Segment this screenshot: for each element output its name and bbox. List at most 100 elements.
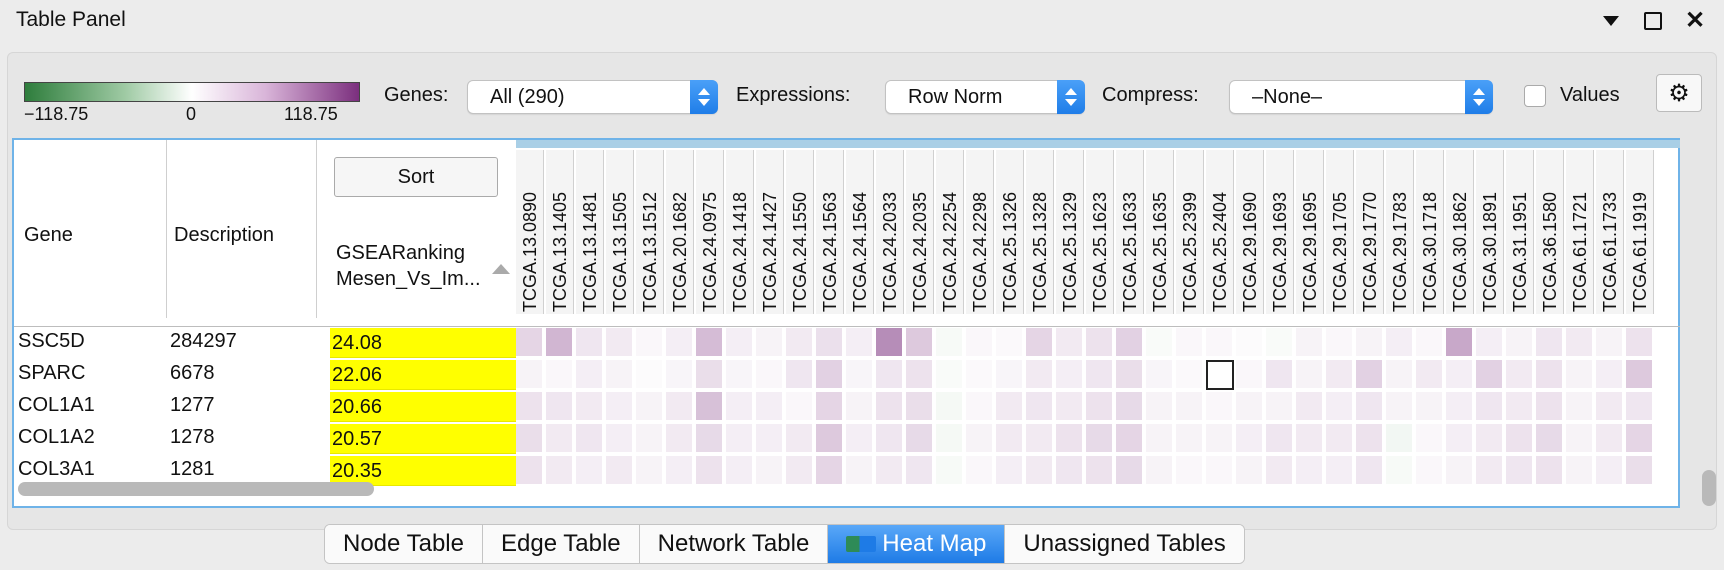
heatmap-cell[interactable] [1056,392,1084,422]
heatmap-cell[interactable] [1056,424,1084,454]
heatmap-cell[interactable] [816,424,844,454]
tab-edge-table[interactable]: Edge Table [482,525,640,563]
heatmap-cell[interactable] [996,392,1024,422]
heatmap-cell[interactable] [1566,392,1594,422]
description-cell[interactable]: 1281 [170,458,215,481]
heatmap-cell[interactable] [1446,392,1474,422]
heatmap-cell[interactable] [1086,456,1114,486]
heatmap-cell[interactable] [1566,424,1594,454]
heatmap-cell[interactable] [996,328,1024,358]
gene-cell[interactable]: COL1A1 [18,394,95,417]
heatmap-cell[interactable] [1236,392,1264,422]
heatmap-cell[interactable] [726,328,754,358]
heatmap-cell[interactable] [1506,424,1534,454]
heatmap-cell[interactable] [666,392,694,422]
heatmap-cell[interactable] [1266,456,1294,486]
sample-column-header[interactable]: TCGA.13.1505 [606,150,634,314]
heatmap-cell[interactable] [1596,328,1624,358]
heatmap-cell[interactable] [756,328,784,358]
heatmap-cell[interactable] [1086,328,1114,358]
heatmap-cell[interactable] [966,328,994,358]
heatmap-cell[interactable] [1446,456,1474,486]
heatmap-cell[interactable] [696,360,724,390]
heatmap-cell[interactable] [636,456,664,486]
heatmap-cell[interactable] [726,392,754,422]
heatmap-cell[interactable] [1536,456,1564,486]
heatmap-cell[interactable] [1476,456,1504,486]
heatmap-cell[interactable] [666,424,694,454]
heatmap-cell[interactable] [1026,424,1054,454]
heatmap-cell[interactable] [1326,360,1354,390]
sample-column-header[interactable]: TCGA.25.1329 [1056,150,1084,314]
heatmap-cell[interactable] [1116,456,1144,486]
heatmap-cell[interactable] [1506,328,1534,358]
heatmap-cell[interactable] [846,424,874,454]
gene-cell[interactable]: COL3A1 [18,458,95,481]
heatmap-cell[interactable] [996,360,1024,390]
heatmap-cell[interactable] [1116,360,1144,390]
sample-column-header[interactable]: TCGA.25.2404 [1206,150,1234,314]
heatmap-cell[interactable] [1056,456,1084,486]
heatmap-cell[interactable] [906,360,934,390]
heatmap-cell[interactable] [906,392,934,422]
heatmap-cell[interactable] [1506,360,1534,390]
heatmap-cell[interactable] [756,392,784,422]
heatmap-cell[interactable] [1416,328,1444,358]
heatmap-cell[interactable] [576,456,604,486]
tab-node-table[interactable]: Node Table [325,525,483,563]
heatmap-cell[interactable] [786,360,814,390]
description-cell[interactable]: 6678 [170,362,215,385]
heatmap-cell[interactable] [1176,392,1204,422]
heatmap-cell[interactable] [516,392,544,422]
heatmap-cell[interactable] [876,456,904,486]
heatmap-cell[interactable] [1476,392,1504,422]
heatmap-cell[interactable] [666,328,694,358]
heatmap-cell[interactable] [576,360,604,390]
heatmap-cell[interactable] [1056,328,1084,358]
heatmap-cell[interactable] [936,392,964,422]
sample-column-header[interactable]: TCGA.24.2033 [876,150,904,314]
sample-column-header[interactable]: TCGA.24.1564 [846,150,874,314]
heatmap-cell[interactable] [636,392,664,422]
heatmap-cell[interactable] [1416,360,1444,390]
heatmap-cell[interactable] [1356,360,1384,390]
heatmap-cell[interactable] [576,328,604,358]
sample-column-header[interactable]: TCGA.13.1405 [546,150,574,314]
heatmap-cell[interactable] [606,424,634,454]
heatmap-cell[interactable] [1386,328,1414,358]
heatmap-cell[interactable] [696,456,724,486]
heatmap-cell[interactable] [876,424,904,454]
heatmap-cell[interactable] [1146,456,1174,486]
heatmap-cell[interactable] [1386,392,1414,422]
heatmap-cell[interactable] [1326,392,1354,422]
heatmap-cell[interactable] [546,360,574,390]
heatmap-cell[interactable] [816,360,844,390]
heatmap-cell[interactable] [1236,328,1264,358]
sample-column-header[interactable]: TCGA.30.1891 [1476,150,1504,314]
heatmap-cell[interactable] [546,392,574,422]
heatmap-cell[interactable] [1026,328,1054,358]
heatmap-cell[interactable] [606,328,634,358]
heatmap-cell[interactable] [786,424,814,454]
sample-column-header[interactable]: TCGA.24.2254 [936,150,964,314]
heatmap-cell[interactable] [996,424,1024,454]
heatmap-cell[interactable] [1176,360,1204,390]
heatmap-cell[interactable] [816,392,844,422]
heatmap-cell[interactable] [1626,360,1654,390]
sample-column-header[interactable]: TCGA.29.1770 [1356,150,1384,314]
heatmap-cell[interactable] [666,360,694,390]
heatmap-cell[interactable] [1506,456,1534,486]
heatmap-cell[interactable] [1626,424,1654,454]
heatmap-cell[interactable] [576,392,604,422]
values-checkbox[interactable] [1524,85,1546,107]
heatmap-cell[interactable] [1206,328,1234,358]
heatmap-cell[interactable] [1416,456,1444,486]
heatmap-cell[interactable] [816,328,844,358]
heatmap-cell[interactable] [1236,456,1264,486]
heatmap-cell[interactable] [546,328,574,358]
heatmap-cell[interactable] [1476,360,1504,390]
heatmap-cell[interactable] [1536,328,1564,358]
sort-button[interactable]: Sort [334,157,498,197]
sample-column-header[interactable]: TCGA.29.1783 [1386,150,1414,314]
heatmap-cell[interactable] [1476,328,1504,358]
